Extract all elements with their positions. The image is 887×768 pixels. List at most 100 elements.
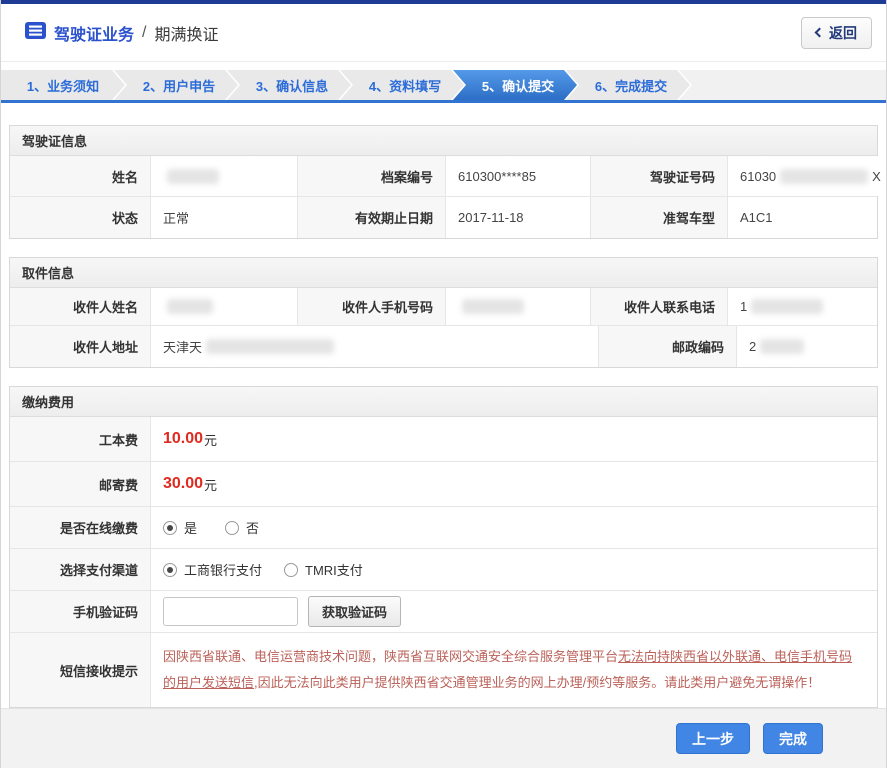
recipient-address-label: 收件人地址 xyxy=(10,326,151,367)
back-button[interactable]: 返回 xyxy=(801,16,872,49)
pickup-row-2: 收件人地址 天津天 邮政编码 2 xyxy=(10,326,877,367)
sms-code-label: 手机验证码 xyxy=(10,591,151,632)
radio-selected-icon[interactable] xyxy=(163,562,177,577)
postage-fee-label: 邮寄费 xyxy=(10,462,151,506)
license-row-1: 姓名 档案编号 610300****85 驾驶证号码 61030 X xyxy=(10,156,881,197)
step-1-business-notes[interactable]: 1、业务须知 xyxy=(1,70,125,100)
recipient-mobile-value xyxy=(446,288,591,325)
step-nav-filler xyxy=(679,70,886,100)
pickup-row-1: 收件人姓名 收件人手机号码 收件人联系电话 1 xyxy=(10,288,877,326)
online-payment-label: 是否在线缴费 xyxy=(10,507,151,548)
main-content: 驾驶证信息 姓名 档案编号 610300****85 驾驶证号码 61030 X… xyxy=(1,103,886,708)
payment-fees-section: 缴纳费用 工本费 10.00 元 邮寄费 30.00 元 是否在线缴费 是 否 … xyxy=(9,386,878,708)
expiry-date-label: 有效期止日期 xyxy=(298,197,446,238)
page-header: 驾驶证业务 / 期满换证 返回 xyxy=(1,4,886,62)
radio-selected-icon[interactable] xyxy=(163,520,177,535)
online-pay-no-option[interactable]: 否 xyxy=(225,518,259,537)
fee-unit: 元 xyxy=(204,477,218,493)
channel-tmri-label: TMRI支付 xyxy=(305,563,363,578)
pickup-info-section: 取件信息 收件人姓名 收件人手机号码 收件人联系电话 1 收件人地址 天津天 邮… xyxy=(9,257,878,368)
step-3-confirm-info[interactable]: 3、确认信息 xyxy=(227,70,351,100)
previous-step-button[interactable]: 上一步 xyxy=(676,723,750,754)
breadcrumb-section[interactable]: 驾驶证业务 xyxy=(54,21,134,45)
recipient-name-label: 收件人姓名 xyxy=(10,288,151,325)
postage-fee-amount: 30.00 xyxy=(163,475,204,492)
sms-code-field: 获取验证码 xyxy=(151,591,877,632)
license-number-value: 61030 X xyxy=(728,156,881,196)
vehicle-class-value: A1C1 xyxy=(728,197,877,238)
online-payment-row: 是否在线缴费 是 否 xyxy=(10,507,877,549)
phone-prefix: 1 xyxy=(740,299,748,314)
step-nav: 1、业务须知 2、用户申告 3、确认信息 4、资料填写 5、确认提交 6、完成提… xyxy=(1,70,886,103)
back-button-label: 返回 xyxy=(829,24,857,41)
step-2-user-declaration[interactable]: 2、用户申告 xyxy=(114,70,238,100)
license-row-2: 状态 正常 有效期止日期 2017-11-18 准驾车型 A1C1 xyxy=(10,197,877,238)
step-4-fill-data[interactable]: 4、资料填写 xyxy=(340,70,464,100)
postage-fee-value: 30.00 元 xyxy=(151,462,877,506)
recipient-mobile-label: 收件人手机号码 xyxy=(298,288,446,325)
radio-unselected-icon[interactable] xyxy=(284,562,299,577)
online-pay-yes-label: 是 xyxy=(184,521,198,536)
get-code-button[interactable]: 获取验证码 xyxy=(308,596,402,627)
finish-button[interactable]: 完成 xyxy=(763,723,823,754)
sms-code-input[interactable] xyxy=(163,597,298,626)
license-number-suffix: X xyxy=(872,168,881,184)
document-list-icon xyxy=(25,21,46,44)
status-value: 正常 xyxy=(151,197,298,238)
postal-code-value: 2 xyxy=(737,326,877,367)
step-5-confirm-submit[interactable]: 5、确认提交 xyxy=(453,70,577,100)
breadcrumb: 驾驶证业务 / 期满换证 xyxy=(25,21,218,45)
production-fee-label: 工本费 xyxy=(10,417,151,461)
online-pay-yes-option[interactable]: 是 xyxy=(163,518,197,537)
fee-unit: 元 xyxy=(204,432,218,448)
license-info-section: 驾驶证信息 姓名 档案编号 610300****85 驾驶证号码 61030 X… xyxy=(9,125,881,239)
postal-prefix: 2 xyxy=(749,339,757,354)
fees-section-title: 缴纳费用 xyxy=(10,387,877,417)
sms-notice-row: 短信接收提示 因陕西省联通、电信运营商技术问题，陕西省互联网交通安全综合服务管理… xyxy=(10,633,877,707)
vehicle-class-label: 准驾车型 xyxy=(591,197,728,238)
redacted-postal-code xyxy=(760,339,805,354)
sms-notice-text: 因陕西省联通、电信运营商技术问题，陕西省互联网交通安全综合服务管理平台无法向持陕… xyxy=(163,644,863,696)
page: 驾驶证业务 / 期满换证 返回 1、业务须知 2、用户申告 3、确认信息 4、资… xyxy=(0,0,887,768)
name-label: 姓名 xyxy=(10,156,151,196)
breadcrumb-separator: / xyxy=(142,23,147,41)
page-title: 期满换证 xyxy=(154,26,219,44)
chevron-left-icon xyxy=(814,27,825,38)
redacted-recipient-name xyxy=(167,299,213,314)
redacted-mobile xyxy=(462,299,524,314)
sms-notice-label: 短信接收提示 xyxy=(10,633,151,707)
license-number-prefix: 61030 xyxy=(740,168,777,184)
payment-channel-options: 工商银行支付 TMRI支付 xyxy=(151,549,877,590)
name-value xyxy=(151,156,298,196)
license-section-title: 驾驶证信息 xyxy=(10,126,877,156)
redacted-license-number xyxy=(780,168,869,184)
sms-code-row: 手机验证码 获取验证码 xyxy=(10,591,877,633)
pickup-section-title: 取件信息 xyxy=(10,258,877,288)
redacted-phone xyxy=(751,299,824,314)
address-prefix: 天津天 xyxy=(163,340,203,355)
channel-tmri-option[interactable]: TMRI支付 xyxy=(284,560,363,579)
online-payment-options: 是 否 xyxy=(151,507,877,548)
payment-channel-label: 选择支付渠道 xyxy=(10,549,151,590)
status-label: 状态 xyxy=(10,197,151,238)
production-fee-row: 工本费 10.00 元 xyxy=(10,417,877,462)
action-footer: 上一步 完成 xyxy=(1,708,886,768)
redacted-address xyxy=(206,339,335,354)
license-number-label: 驾驶证号码 xyxy=(591,156,728,196)
redacted-name xyxy=(167,168,219,184)
recipient-phone-value: 1 xyxy=(728,288,877,325)
notice-part-1: 因陕西省联通、电信运营商技术问题，陕西省互联网交通安全综合服务管理平台 xyxy=(163,649,619,664)
online-pay-no-label: 否 xyxy=(246,521,260,536)
payment-channel-row: 选择支付渠道 工商银行支付 TMRI支付 xyxy=(10,549,877,591)
radio-unselected-icon[interactable] xyxy=(225,520,240,535)
file-number-label: 档案编号 xyxy=(298,156,446,196)
expiry-date-value: 2017-11-18 xyxy=(446,197,591,238)
file-number-value: 610300****85 xyxy=(446,156,591,196)
postal-code-label: 邮政编码 xyxy=(599,326,737,367)
production-fee-amount: 10.00 xyxy=(163,430,204,447)
recipient-phone-label: 收件人联系电话 xyxy=(591,288,728,325)
channel-icbc-option[interactable]: 工商银行支付 xyxy=(163,560,262,579)
sms-notice-value: 因陕西省联通、电信运营商技术问题，陕西省互联网交通安全综合服务管理平台无法向持陕… xyxy=(151,633,877,707)
notice-part-2: ,因此无法向此类用户提供陕西省交通管理业务的网上办理/预约等服务。请此类用户避免… xyxy=(254,675,821,690)
step-6-finish-submit[interactable]: 6、完成提交 xyxy=(566,70,690,100)
